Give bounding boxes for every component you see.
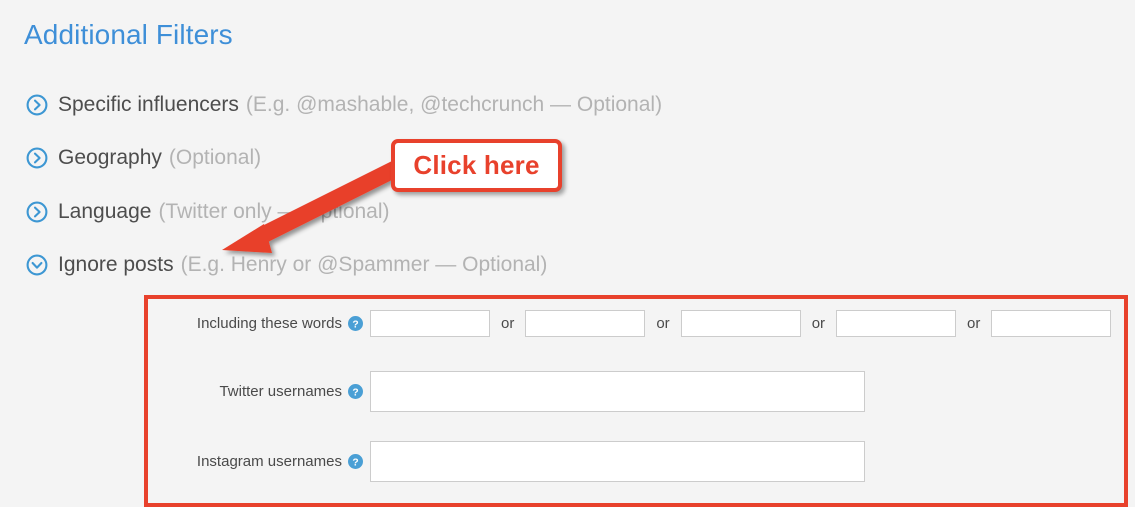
form-label-cell: Including these words ? [148, 315, 370, 332]
filter-label: Geography [58, 146, 162, 169]
help-circle-icon[interactable]: ? [348, 383, 363, 399]
additional-filters-page: Additional Filters Specific influencers … [0, 0, 1135, 507]
form-label: Including these words [196, 314, 342, 332]
or-separator: or [501, 314, 515, 332]
form-row-instagram-usernames: Instagram usernames ? [148, 439, 865, 483]
filter-label: Language [58, 200, 152, 223]
filter-hint: (E.g. @mashable, @techcrunch — Optional) [245, 93, 663, 116]
filter-hint: (E.g. Henry or @Spammer — Optional) [180, 253, 548, 276]
form-label-cell: Instagram usernames ? [148, 453, 370, 470]
ignore-word-input-4[interactable] [836, 309, 957, 337]
filter-label: Ignore posts [58, 253, 174, 276]
filter-row-geography[interactable]: Geography (Optional) [26, 146, 261, 170]
form-row-including-these-words: Including these words ? or or or or [148, 303, 1112, 343]
or-separator: or [656, 314, 670, 332]
word-inputs-group: or or or or [370, 309, 1112, 337]
svg-text:?: ? [352, 387, 358, 398]
ignore-posts-panel-highlight: Including these words ? or or or or Twit… [144, 295, 1128, 507]
instagram-usernames-input[interactable] [370, 440, 865, 482]
form-label: Twitter usernames [219, 382, 342, 400]
chevron-right-circle-icon [26, 201, 48, 223]
or-separator: or [811, 314, 826, 332]
filter-label: Specific influencers [58, 93, 239, 116]
or-separator: or [967, 314, 981, 332]
svg-text:?: ? [352, 319, 358, 330]
filter-hint: (Twitter only — Optional) [158, 200, 390, 223]
twitter-usernames-input[interactable] [370, 370, 865, 412]
form-row-twitter-usernames: Twitter usernames ? [148, 369, 865, 413]
ignore-word-input-3[interactable] [680, 309, 801, 337]
filter-row-ignore-posts[interactable]: Ignore posts (E.g. Henry or @Spammer — O… [26, 253, 547, 277]
svg-text:?: ? [352, 457, 358, 468]
ignore-word-input-1[interactable] [370, 309, 490, 337]
ignore-word-input-5[interactable] [991, 309, 1112, 337]
form-label-cell: Twitter usernames ? [148, 383, 370, 400]
page-title: Additional Filters [24, 19, 233, 50]
chevron-right-circle-icon [26, 147, 48, 169]
ignore-word-input-2[interactable] [525, 309, 646, 337]
help-circle-icon[interactable]: ? [348, 453, 363, 469]
filter-row-language[interactable]: Language (Twitter only — Optional) [26, 200, 390, 224]
click-here-callout: Click here [391, 139, 562, 192]
chevron-right-circle-icon [26, 94, 48, 116]
callout-label: Click here [413, 150, 540, 180]
filter-row-specific-influencers[interactable]: Specific influencers (E.g. @mashable, @t… [26, 93, 662, 117]
help-circle-icon[interactable]: ? [348, 315, 363, 331]
filter-hint: (Optional) [168, 146, 262, 169]
chevron-down-circle-icon [26, 254, 48, 276]
form-label: Instagram usernames [196, 452, 342, 470]
